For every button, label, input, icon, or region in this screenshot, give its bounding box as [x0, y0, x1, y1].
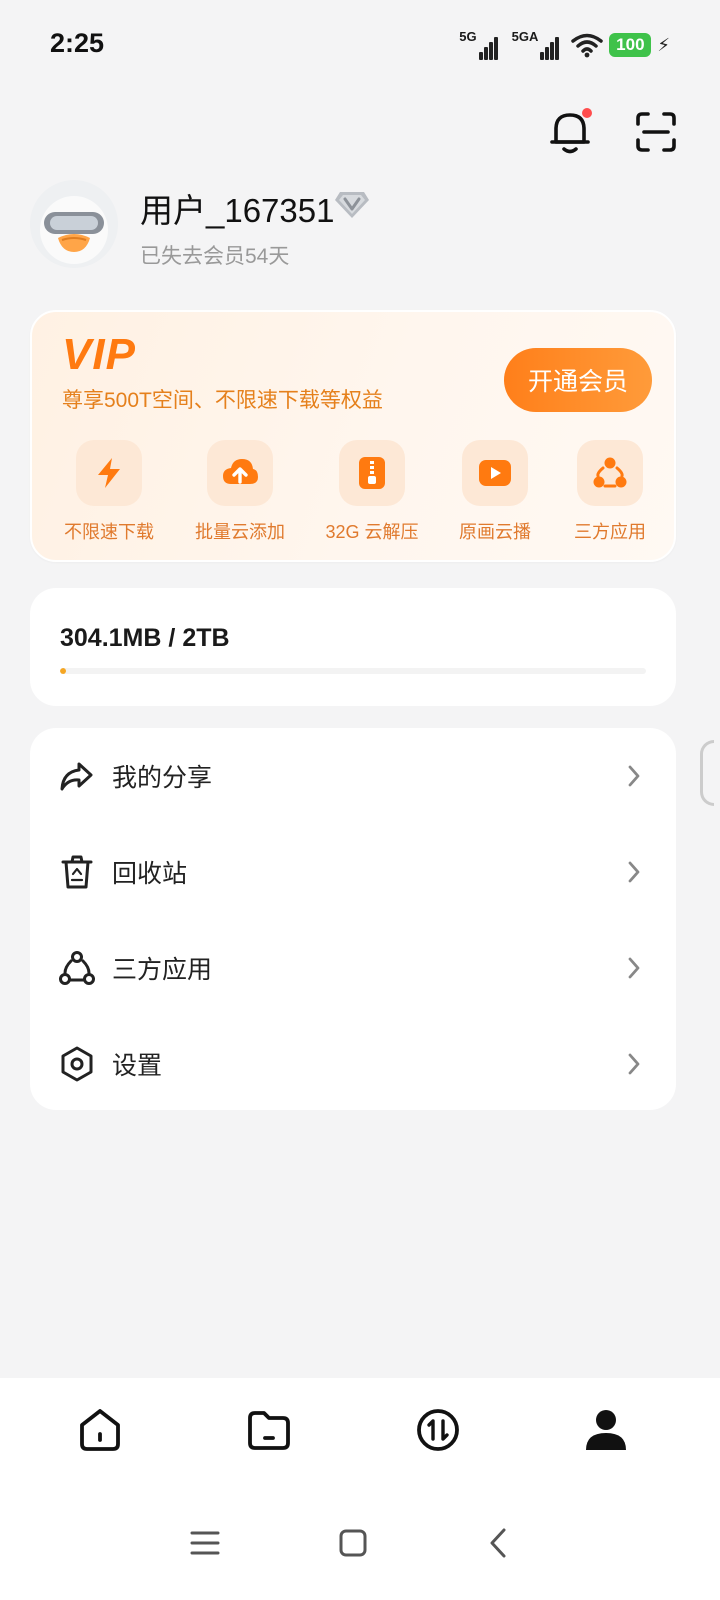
menu-item-third-party-apps[interactable]: 三方应用	[30, 920, 676, 1016]
storage-separator: /	[168, 624, 176, 652]
perk-label: 批量云添加	[195, 522, 285, 542]
vip-card[interactable]: VIP 尊享500T空间、不限速下载等权益 开通会员 不限速下载 批量云添加 3…	[30, 310, 676, 562]
status-bar: 2:25 5G 5GA 100 ⚡	[0, 0, 720, 92]
menu-icon[interactable]	[188, 1526, 222, 1560]
perk-third-party-apps[interactable]: 三方应用	[545, 440, 675, 544]
menu-item-label: 我的分享	[112, 764, 213, 792]
perk-original-play[interactable]: 原画云播	[430, 440, 560, 544]
menu-item-label: 回收站	[112, 860, 188, 888]
menu-item-settings[interactable]: 设置	[30, 1016, 676, 1112]
perk-label: 32G 云解压	[325, 522, 419, 542]
cellular-signal-icon: 5GA	[512, 30, 560, 60]
video-play-icon	[479, 460, 511, 486]
perk-label: 不限速下载	[64, 522, 154, 542]
bottom-nav	[0, 1378, 720, 1492]
chevron-right-icon	[628, 765, 640, 787]
battery-indicator: 100	[609, 33, 652, 57]
recycle-bin-icon	[61, 855, 93, 889]
status-time: 2:25	[50, 28, 105, 58]
home-square-icon[interactable]	[336, 1526, 370, 1560]
vip-subtitle: 尊享500T空间、不限速下载等权益	[62, 389, 383, 412]
signal-label: 5G	[459, 29, 477, 44]
member-status: 已失去会员54天	[140, 245, 290, 268]
storage-card[interactable]: 304.1MB / 2TB	[30, 588, 676, 706]
storage-used: 304.1MB	[60, 624, 162, 652]
wifi-icon	[571, 33, 604, 58]
scan-icon[interactable]	[634, 110, 678, 154]
signal-label: 5GA	[511, 29, 539, 44]
perk-unlimited-download[interactable]: 不限速下载	[44, 440, 174, 544]
chevron-right-icon	[628, 1053, 640, 1075]
lightning-icon	[98, 458, 120, 488]
menu-item-my-shares[interactable]: 我的分享	[30, 728, 676, 824]
storage-progress-bar	[60, 668, 646, 674]
cloud-upload-icon	[223, 459, 258, 484]
perk-label: 三方应用	[574, 522, 646, 542]
chevron-right-icon	[628, 957, 640, 979]
system-nav-bar	[0, 1492, 720, 1600]
transfer-icon[interactable]	[414, 1406, 462, 1454]
home-icon[interactable]	[76, 1406, 124, 1454]
profile-icon[interactable]	[582, 1406, 630, 1454]
avatar[interactable]	[30, 180, 118, 268]
storage-total: 2TB	[182, 624, 230, 652]
diamond-badge-icon[interactable]	[334, 188, 370, 220]
menu-item-recycle-bin[interactable]: 回收站	[30, 824, 676, 920]
third-party-apps-icon	[59, 951, 95, 985]
menu-card: 我的分享 回收站 三方应用 设置	[30, 728, 676, 1110]
notification-dot	[582, 108, 592, 118]
storage-usage: 304.1MB / 2TB	[60, 624, 230, 653]
edge-swipe-handle[interactable]	[700, 740, 714, 806]
open-membership-button[interactable]: 开通会员	[504, 348, 652, 412]
perk-label: 原画云播	[459, 522, 531, 542]
status-indicators: 5G 5GA 100 ⚡	[459, 28, 670, 62]
perk-cloud-unzip[interactable]: 32G 云解压	[307, 440, 437, 544]
vip-title: VIP	[62, 330, 136, 379]
folder-icon[interactable]	[245, 1406, 293, 1454]
settings-icon	[61, 1046, 93, 1082]
battery-level: 100	[616, 35, 645, 54]
zip-file-icon	[359, 457, 385, 489]
cellular-signal-icon: 5G	[459, 29, 498, 60]
username: 用户_167351	[140, 192, 335, 229]
third-party-apps-icon	[593, 457, 627, 488]
perk-batch-cloud-add[interactable]: 批量云添加	[175, 440, 305, 544]
chevron-right-icon	[628, 861, 640, 883]
menu-item-label: 设置	[112, 1052, 163, 1080]
duck-avatar-icon	[40, 196, 108, 264]
share-icon	[60, 762, 93, 791]
charging-icon: ⚡	[657, 34, 670, 55]
back-icon[interactable]	[482, 1526, 516, 1560]
storage-progress-fill	[60, 668, 66, 674]
menu-item-label: 三方应用	[112, 956, 213, 984]
